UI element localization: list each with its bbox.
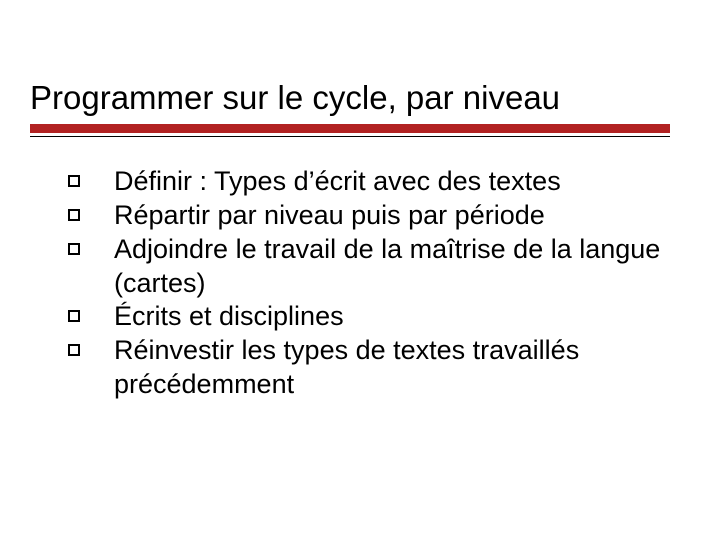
list-item-text: Réinvestir les types de textes travaillé… xyxy=(114,335,579,399)
list-item-text: Écrits et disciplines xyxy=(114,301,344,331)
list-item-text: Définir : Types d’écrit avec des textes xyxy=(114,166,561,196)
square-bullet-icon xyxy=(68,243,80,255)
list-item: Réinvestir les types de textes travaillé… xyxy=(66,334,690,402)
thin-line xyxy=(30,136,670,137)
red-bar xyxy=(30,124,670,133)
square-bullet-icon xyxy=(68,344,80,356)
square-bullet-icon xyxy=(68,209,80,221)
slide-body: Définir : Types d’écrit avec des textes … xyxy=(30,165,690,401)
list-item: Répartir par niveau puis par période xyxy=(66,199,690,233)
list-item: Écrits et disciplines xyxy=(66,300,690,334)
square-bullet-icon xyxy=(68,310,80,322)
list-item-text: Adjoindre le travail de la maîtrise de l… xyxy=(114,234,660,298)
list-item: Adjoindre le travail de la maîtrise de l… xyxy=(66,233,690,301)
list-item: Définir : Types d’écrit avec des textes xyxy=(66,165,690,199)
bullet-list: Définir : Types d’écrit avec des textes … xyxy=(66,165,690,401)
slide-title: Programmer sur le cycle, par niveau xyxy=(30,80,690,116)
list-item-text: Répartir par niveau puis par période xyxy=(114,200,545,230)
square-bullet-icon xyxy=(68,175,80,187)
title-separator xyxy=(30,124,670,137)
